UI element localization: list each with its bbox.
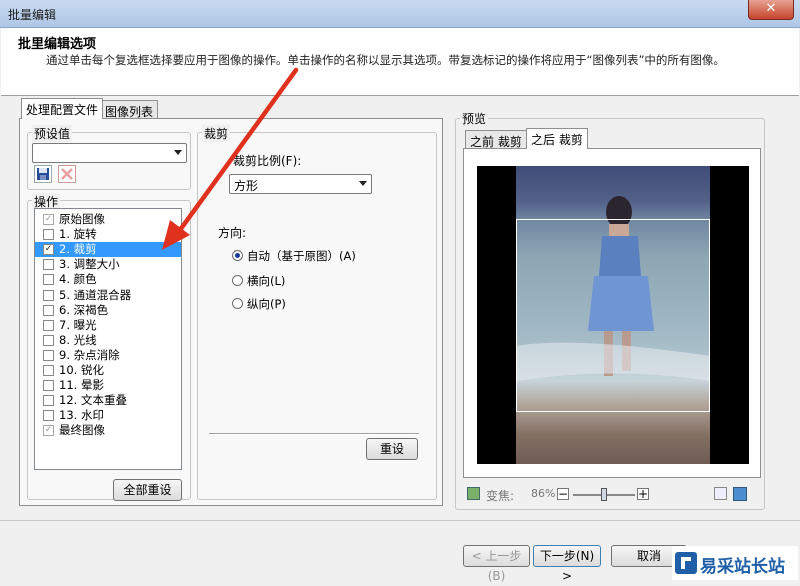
operation-label[interactable]: 4. 颜色 bbox=[59, 272, 97, 287]
crop-section-title: 裁剪 bbox=[202, 125, 231, 142]
operation-label[interactable]: 9. 杂点消除 bbox=[59, 348, 120, 363]
zoom-slider-thumb[interactable] bbox=[601, 488, 607, 501]
operation-label[interactable]: 5. 通道混合器 bbox=[59, 288, 131, 303]
operation-checkbox[interactable]: ✓ bbox=[43, 244, 54, 256]
view-image-icon[interactable] bbox=[733, 487, 747, 501]
operation-checkbox[interactable] bbox=[43, 304, 54, 316]
operation-label[interactable]: 1. 旋转 bbox=[59, 227, 97, 242]
crop-ratio-label: 裁剪比例(F): bbox=[233, 154, 302, 168]
site-logo-icon bbox=[675, 552, 697, 574]
operation-checkbox[interactable] bbox=[43, 334, 54, 346]
radio-auto[interactable] bbox=[232, 250, 243, 261]
operation-item[interactable]: 6. 深褐色 bbox=[35, 303, 181, 318]
tab-after-crop[interactable]: 之后 裁剪 bbox=[526, 128, 588, 149]
operation-checkbox: ✓ bbox=[43, 214, 54, 225]
zoom-in-button[interactable]: + bbox=[637, 488, 649, 500]
operation-item[interactable]: 9. 杂点消除 bbox=[35, 348, 181, 363]
reset-all-button[interactable]: 全部重设 bbox=[113, 479, 182, 501]
operation-item[interactable]: 4. 颜色 bbox=[35, 272, 181, 287]
zoom-label: 变焦: bbox=[486, 489, 515, 503]
tab-before-crop[interactable]: 之前 裁剪 bbox=[465, 130, 527, 149]
operation-checkbox[interactable] bbox=[43, 274, 54, 286]
operation-label[interactable]: 7. 曝光 bbox=[59, 318, 97, 333]
operation-item[interactable]: 13. 水印 bbox=[35, 408, 181, 423]
footer-divider bbox=[0, 520, 800, 521]
operation-checkbox[interactable] bbox=[43, 380, 54, 392]
operation-checkbox[interactable] bbox=[43, 229, 54, 241]
operation-checkbox[interactable] bbox=[43, 259, 54, 271]
save-preset-button[interactable] bbox=[34, 165, 52, 183]
operation-checkbox[interactable] bbox=[43, 410, 54, 422]
radio-landscape[interactable] bbox=[232, 275, 243, 286]
crop-reset-button[interactable]: 重设 bbox=[366, 438, 418, 460]
zoom-value: 86% bbox=[531, 487, 556, 500]
radio-auto-label[interactable]: 自动（基于原图）(A) bbox=[247, 248, 356, 264]
crop-rectangle[interactable] bbox=[516, 219, 710, 412]
watermark-text: 易采站长站 bbox=[700, 557, 785, 577]
next-button[interactable]: 下一步(N) > bbox=[533, 545, 601, 583]
operation-label[interactable]: 12. 文本重叠 bbox=[59, 393, 127, 408]
operation-checkbox[interactable] bbox=[43, 365, 54, 376]
radio-portrait-label[interactable]: 纵向(P) bbox=[247, 296, 286, 312]
zoom-out-button[interactable]: − bbox=[557, 488, 569, 500]
operation-item[interactable]: ✓ 2. 裁剪 bbox=[35, 242, 181, 258]
operation-label[interactable]: 10. 锐化 bbox=[59, 363, 104, 378]
operation-checkbox[interactable] bbox=[43, 289, 54, 301]
fit-icon[interactable] bbox=[467, 487, 480, 500]
operation-item[interactable]: 12. 文本重叠 bbox=[35, 393, 181, 408]
operation-label[interactable]: 6. 深褐色 bbox=[59, 303, 108, 318]
chevron-down-icon bbox=[359, 181, 367, 186]
operation-checkbox[interactable] bbox=[43, 319, 54, 331]
tab-image-list[interactable]: 图像列表 bbox=[100, 100, 159, 119]
back-button[interactable]: < 上一步(B) bbox=[463, 545, 530, 583]
preview-label: 预览 bbox=[460, 110, 489, 127]
floppy-disk-icon bbox=[37, 168, 49, 180]
operation-label[interactable]: 13. 水印 bbox=[59, 408, 104, 423]
tab-profile[interactable]: 处理配置文件 bbox=[21, 98, 104, 119]
operation-item[interactable]: 1. 旋转 bbox=[35, 227, 181, 242]
operation-item[interactable]: ✓ 原始图像 bbox=[35, 212, 181, 227]
operation-label[interactable]: 2. 裁剪 bbox=[59, 242, 97, 257]
watermark: 易采站长站 bbox=[672, 546, 798, 580]
operation-label[interactable]: 最终图像 bbox=[59, 423, 105, 438]
crop-ratio-value: 方形 bbox=[234, 179, 259, 193]
operation-item[interactable]: 10. 锐化 bbox=[35, 363, 181, 378]
operation-label[interactable]: 8. 光线 bbox=[59, 333, 97, 348]
operation-checkbox[interactable] bbox=[43, 395, 54, 407]
delete-preset-button[interactable] bbox=[58, 165, 76, 183]
delete-x-icon bbox=[61, 168, 73, 180]
direction-label: 方向: bbox=[218, 226, 247, 240]
operation-item[interactable]: 11. 晕影 bbox=[35, 378, 181, 393]
operation-item[interactable]: ✓ 最终图像 bbox=[35, 423, 181, 438]
operation-label[interactable]: 11. 晕影 bbox=[59, 378, 104, 393]
title-bar bbox=[0, 0, 800, 28]
presets-label: 预设值 bbox=[32, 125, 73, 142]
operation-item[interactable]: 3. 调整大小 bbox=[35, 257, 181, 272]
presets-select[interactable] bbox=[32, 143, 187, 163]
page-title: 批里编辑选项 bbox=[18, 37, 97, 52]
page-description: 通过单击每个复选框选择要应用于图像的操作。单击操作的名称以显示其选项。带复选标记… bbox=[46, 53, 725, 67]
operation-label[interactable]: 3. 调整大小 bbox=[59, 257, 120, 272]
operation-item[interactable]: 5. 通道混合器 bbox=[35, 288, 181, 303]
radio-portrait[interactable] bbox=[232, 298, 243, 309]
close-button[interactable]: ✕ bbox=[748, 0, 794, 20]
radio-landscape-label[interactable]: 横向(L) bbox=[247, 273, 285, 289]
crop-ratio-select[interactable]: 方形 bbox=[229, 174, 372, 194]
operation-item[interactable]: 8. 光线 bbox=[35, 333, 181, 348]
operation-checkbox: ✓ bbox=[43, 425, 54, 437]
operation-item[interactable]: 7. 曝光 bbox=[35, 318, 181, 333]
window-title: 批量编辑 bbox=[8, 8, 57, 22]
operation-label[interactable]: 原始图像 bbox=[59, 212, 105, 227]
chevron-down-icon bbox=[174, 150, 182, 155]
actual-size-icon[interactable] bbox=[714, 487, 727, 500]
divider bbox=[209, 433, 419, 435]
operations-list: ✓ 原始图像 1. 旋转 ✓ 2. 裁剪 3. 调整大小 4. 颜色 5. 通道混合器 6. 深… bbox=[34, 208, 182, 470]
operation-checkbox[interactable] bbox=[43, 349, 54, 361]
